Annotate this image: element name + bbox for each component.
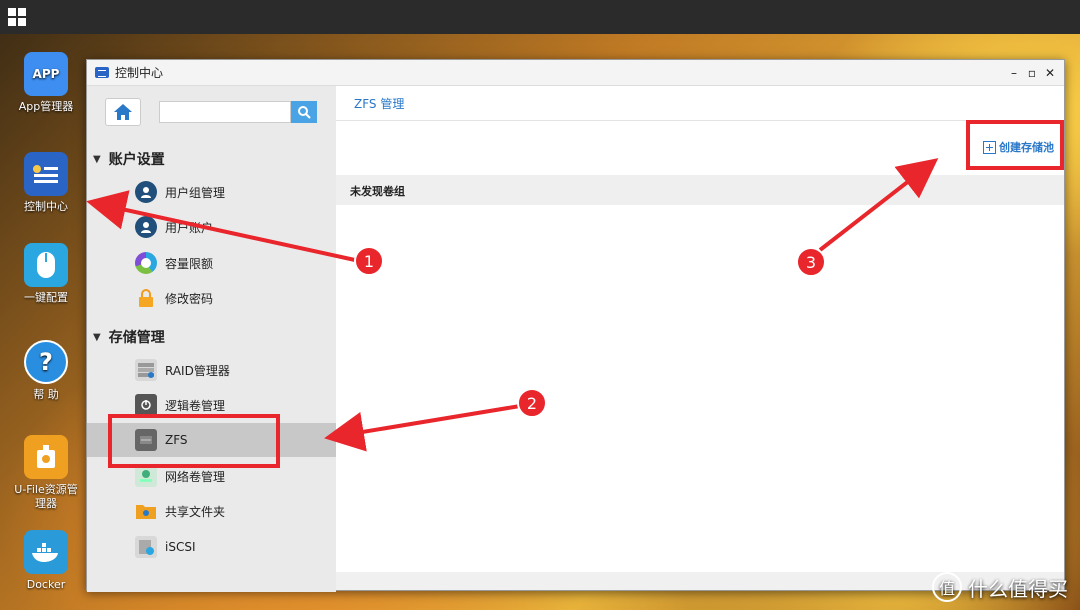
watermark-logo-icon: 值 <box>932 572 962 602</box>
annotation-arrows <box>86 158 939 452</box>
highlight-create-pool-box <box>966 120 1064 170</box>
annotation-badge-1: 1 <box>354 246 384 276</box>
highlight-zfs-box <box>108 414 280 468</box>
annotation-badge-3: 3 <box>796 247 826 277</box>
annotation-badge-2: 2 <box>517 388 547 418</box>
watermark: 值 什么值得买 <box>932 572 1068 602</box>
